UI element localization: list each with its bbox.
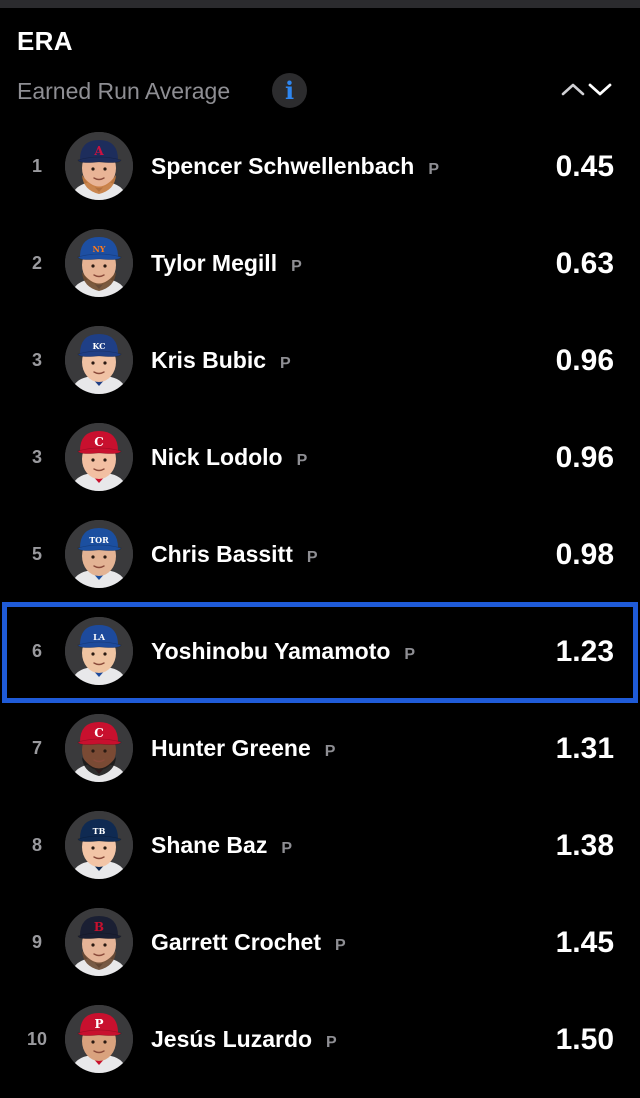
stat-value: 1.45 <box>555 926 614 959</box>
sort-toggle-button[interactable] <box>560 78 616 100</box>
leaderboard-row[interactable]: 9 B Garrett Crochet P 1.45 <box>0 894 640 991</box>
leaderboard-row[interactable]: 3 C Nick Lodolo P 0.96 <box>0 409 640 506</box>
stat-value: 1.31 <box>555 732 614 765</box>
stat-value: 1.23 <box>555 635 614 668</box>
player-position: P <box>324 743 336 760</box>
stat-value: 0.45 <box>555 150 614 183</box>
player-rank: 1 <box>31 156 42 176</box>
player-position: P <box>281 840 292 857</box>
player-headshot[interactable]: NY <box>65 229 133 297</box>
player-name[interactable]: Spencer Schwellenbach <box>151 153 414 179</box>
player-headshot[interactable]: C <box>65 714 133 782</box>
player-name[interactable]: Garrett Crochet <box>151 929 321 955</box>
leaderboard-row[interactable]: 8 TB Shane Baz P 1.38 <box>0 797 640 894</box>
leaderboard-row[interactable]: 3 KC Kris Bubic P 0.96 <box>0 312 640 409</box>
player-name-group: Spencer Schwellenbach P <box>151 118 439 215</box>
player-name[interactable]: Shane Baz <box>151 832 267 858</box>
player-position: P <box>306 549 318 566</box>
stat-value: 0.96 <box>555 344 614 377</box>
stat-value: 0.96 <box>555 441 614 474</box>
player-name[interactable]: Jesús Luzardo <box>151 1026 312 1052</box>
player-name-group: Chris Bassitt P <box>151 506 318 603</box>
player-name[interactable]: Tylor Megill <box>151 250 277 276</box>
player-position: P <box>428 161 439 178</box>
svg-text:LA: LA <box>93 632 106 642</box>
stat-value: 0.63 <box>555 247 614 280</box>
svg-text:A: A <box>93 144 104 158</box>
top-divider-bar <box>0 0 640 8</box>
svg-text:C: C <box>94 435 104 449</box>
player-headshot[interactable]: P <box>65 1005 133 1073</box>
player-headshot[interactable]: KC <box>65 326 133 394</box>
player-name-group: Shane Baz P <box>151 797 292 894</box>
player-rank: 3 <box>31 350 42 370</box>
player-name-group: Yoshinobu Yamamoto P <box>151 603 415 700</box>
player-name-group: Jesús Luzardo P <box>151 991 337 1088</box>
svg-text:P: P <box>94 1017 103 1031</box>
svg-text:KC: KC <box>92 341 105 351</box>
leaderboard-row[interactable]: 10 P Jesús Luzardo P 1.50 <box>0 991 640 1088</box>
player-rank: 9 <box>31 932 42 952</box>
player-name[interactable]: Nick Lodolo <box>151 444 283 470</box>
player-name-group: Garrett Crochet P <box>151 894 346 991</box>
info-button[interactable]: i <box>272 73 307 108</box>
stat-subtitle: Earned Run Average <box>17 78 231 104</box>
player-rank: 8 <box>31 835 42 855</box>
player-position: P <box>326 1034 337 1051</box>
svg-text:C: C <box>94 726 104 740</box>
player-rank: 10 <box>26 1029 48 1049</box>
leaderboard-row[interactable]: 7 C Hunter Greene P 1.31 <box>0 700 640 797</box>
player-position: P <box>334 937 346 954</box>
stat-value: 0.98 <box>555 538 614 571</box>
stat-value: 1.38 <box>555 829 614 862</box>
player-position: P <box>280 355 291 372</box>
player-headshot[interactable]: B <box>65 908 133 976</box>
player-headshot[interactable]: TB <box>65 811 133 879</box>
player-headshot[interactable]: LA <box>65 617 133 685</box>
leaderboard-row[interactable]: 5 TOR Chris Bassitt P 0.98 <box>0 506 640 603</box>
player-headshot[interactable]: C <box>65 423 133 491</box>
player-rank: 2 <box>31 253 42 273</box>
player-name-group: Tylor Megill P <box>151 215 302 312</box>
player-name-group: Kris Bubic P <box>151 312 291 409</box>
svg-text:TOR: TOR <box>89 535 109 545</box>
player-position: P <box>404 646 416 663</box>
stat-value: 1.50 <box>555 1023 614 1056</box>
player-headshot[interactable]: TOR <box>65 520 133 588</box>
player-rank: 5 <box>31 544 42 564</box>
player-name[interactable]: Kris Bubic <box>151 347 266 373</box>
svg-text:B: B <box>94 920 104 934</box>
leaderboard-list: 1 A Spencer Schwellenbach P 0.45 2 NY Tylor Meg… <box>0 118 640 1088</box>
player-name[interactable]: Chris Bassitt <box>151 541 293 567</box>
player-name[interactable]: Hunter Greene <box>151 735 311 761</box>
info-icon: i <box>284 75 295 105</box>
player-rank: 7 <box>31 738 42 758</box>
player-rank: 3 <box>31 447 42 467</box>
player-rank: 6 <box>31 641 42 661</box>
chevron-up-down-icon <box>561 83 612 96</box>
player-position: P <box>296 452 308 469</box>
player-name[interactable]: Yoshinobu Yamamoto <box>151 638 390 664</box>
leaderboard-row[interactable]: 2 NY Tylor Megill P 0.63 <box>0 215 640 312</box>
stat-title: ERA <box>17 26 73 56</box>
player-name-group: Hunter Greene P <box>151 700 335 797</box>
player-position: P <box>291 258 302 275</box>
leaderboard-row[interactable]: 6 LA Yoshinobu Yamamoto P 1.23 <box>0 603 640 700</box>
svg-text:NY: NY <box>92 244 105 254</box>
leaderboard-row[interactable]: 1 A Spencer Schwellenbach P 0.45 <box>0 118 640 215</box>
player-headshot[interactable]: A <box>65 132 133 200</box>
svg-text:TB: TB <box>93 826 106 836</box>
player-name-group: Nick Lodolo P <box>151 409 307 506</box>
